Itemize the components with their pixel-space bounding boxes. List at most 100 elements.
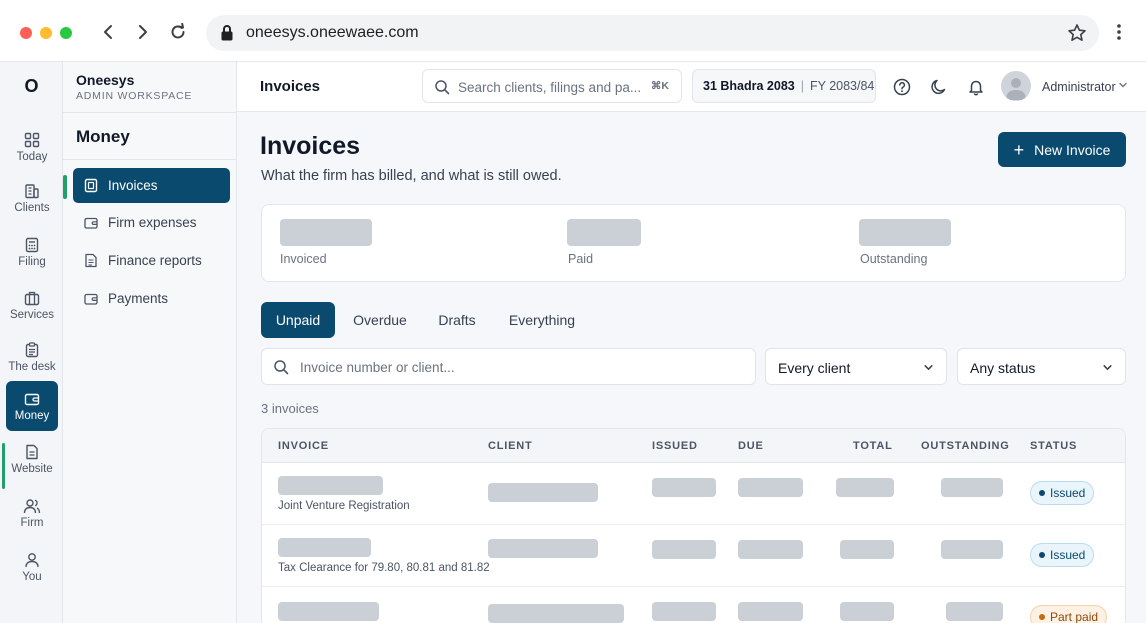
rail-item-label: Today [16,150,48,163]
briefcase-icon [24,291,40,305]
outstanding-skeleton [941,478,1003,497]
stat-label-invoiced: Invoiced [280,252,327,266]
rail-item-the-desk[interactable]: The desk [6,332,58,382]
tab-unpaid[interactable]: Unpaid [261,302,335,338]
invoice-description: Tax Clearance for 79.80, 80.81 and 81.82 [278,562,490,574]
close-window-button[interactable] [20,27,32,39]
chevron-down-icon[interactable] [1118,80,1128,90]
rail-item-firm[interactable]: Firm [6,488,58,538]
sidebar-item-payments[interactable]: Payments [73,281,230,316]
rail-item-label: Clients [14,201,50,214]
calculator-icon [25,237,39,252]
rail-item-you[interactable]: You [6,542,58,592]
issued-date-skeleton [652,602,716,621]
search-icon [435,80,450,95]
total-skeleton [840,602,894,621]
sidebar-item-firm-expenses[interactable]: Firm expenses [73,205,230,240]
chevron-right-icon [139,25,147,39]
column-header-total[interactable]: TOTAL [853,440,893,452]
search-shortcut: ⌘K [650,80,669,92]
rail-item-label: Money [14,409,50,422]
page-subtitle: What the firm has billed, and what is st… [261,168,562,184]
date-fiscal-year-selector[interactable]: 31 Bhadra 2083 | FY 2083/84 [692,69,876,103]
user-name[interactable]: Administrator [1042,80,1116,94]
rail-item-label: Website [11,462,53,475]
global-search-input[interactable]: Search clients, filings and pa... ⌘K [422,69,682,103]
forward-button[interactable] [131,20,155,44]
maximize-window-button[interactable] [60,27,72,39]
rail-item-clients[interactable]: Clients [6,173,58,223]
rail-item-label: You [22,570,42,583]
divider [63,159,237,160]
sidebar-item-invoices[interactable]: Invoices [73,168,230,203]
rail-item-website[interactable]: Website [6,434,58,484]
rail-item-services[interactable]: Services [6,280,58,330]
page-title: Invoices [260,132,361,160]
tab-everything[interactable]: Everything [499,302,585,338]
status-label: Part paid [1050,610,1099,623]
more-vertical-icon [1117,24,1121,40]
sidebar-item-label: Invoices [108,178,158,193]
sidebar-item-finance-reports[interactable]: Finance reports [73,243,230,278]
column-header-due[interactable]: DUE [738,440,764,452]
status-dot [1039,614,1045,620]
column-header-client[interactable]: CLIENT [488,440,533,452]
client-filter-select[interactable]: Every client [765,348,947,385]
status-label: Issued [1050,548,1086,562]
issued-date-skeleton [652,478,716,497]
avatar[interactable] [1001,71,1031,101]
rail-item-filing[interactable]: Filing [6,227,58,277]
stat-label-outstanding: Outstanding [860,252,928,266]
wallet-icon [84,293,98,305]
summary-stats-card: Invoiced Paid Outstanding [261,204,1126,282]
section-title: Money [76,127,130,146]
user-icon [25,552,39,567]
table-header: INVOICE CLIENT ISSUED DUE TOTAL OUTSTAND… [262,429,1125,463]
bookmark-star-icon[interactable] [1067,23,1087,43]
column-header-status[interactable]: STATUS [1030,440,1077,452]
sidebar-item-label: Finance reports [108,253,202,268]
status-dot [1039,552,1045,558]
tab-drafts[interactable]: Drafts [427,302,487,338]
search-placeholder: Search clients, filings and pa... [458,80,642,95]
issued-date-skeleton [652,540,716,559]
notifications-button[interactable] [965,76,987,98]
app-logo[interactable]: O [0,76,63,97]
status-badge: Issued [1030,543,1095,567]
section-sidebar: Oneesys ADMIN WORKSPACE Money Invoices F… [63,62,237,623]
browser-menu-button[interactable] [1110,20,1128,44]
column-header-invoice[interactable]: INVOICE [278,440,329,452]
minimize-window-button[interactable] [40,27,52,39]
table-row[interactable]: Joint Venture Registration Issued [262,463,1125,525]
header-title: Invoices [260,78,321,95]
report-icon [85,253,97,268]
status-filter-value: Any status [970,360,1036,376]
table-row[interactable]: Part paid [262,587,1125,623]
column-header-issued[interactable]: ISSUED [652,440,698,452]
help-button[interactable] [891,76,913,98]
theme-toggle-button[interactable] [928,76,950,98]
status-filter-select[interactable]: Any status [957,348,1126,385]
address-bar[interactable]: oneesys.oneewaee.com [206,15,1099,51]
current-date: 31 Bhadra 2083 [703,79,795,93]
rail-item-money[interactable]: Money [6,381,58,431]
tab-overdue[interactable]: Overdue [342,302,418,338]
new-invoice-button[interactable]: + New Invoice [998,132,1126,167]
invoice-search-input[interactable]: Invoice number or client... [261,348,756,385]
column-header-outstanding[interactable]: OUTSTANDING [921,440,1010,452]
invoice-number-skeleton [278,602,379,621]
sidebar-active-indicator [63,175,67,199]
plus-icon: + [1013,139,1025,160]
avatar-placeholder-icon [1006,78,1026,100]
back-button[interactable] [96,20,120,44]
due-date-skeleton [738,540,803,559]
outstanding-skeleton [941,540,1003,559]
client-skeleton [488,483,598,502]
rail-item-today[interactable]: Today [6,122,58,172]
invoice-description: Joint Venture Registration [278,500,410,512]
total-skeleton [840,540,894,559]
table-row[interactable]: Tax Clearance for 79.80, 80.81 and 81.82… [262,525,1125,587]
users-icon [23,498,41,513]
reload-button[interactable] [166,20,190,44]
reload-icon [171,23,185,39]
